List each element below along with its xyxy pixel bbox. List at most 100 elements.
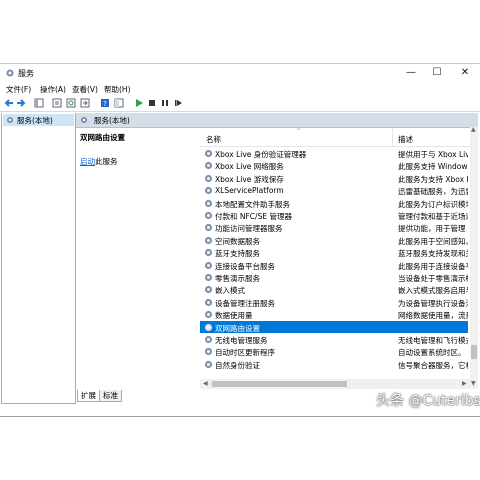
service-name: 本地配置文件助手服务 <box>215 199 290 209</box>
watermark: 头条 @Cuteribs <box>376 393 480 409</box>
services-window: 服务 — ☐ ✕ 文件(F) 操作(A) 查看(V) 帮助(H) ? 服务(本地… <box>0 63 480 417</box>
service-gear-icon <box>204 187 213 195</box>
service-row[interactable]: Xbox Live 网络服务 此服务支持 Windows. <box>200 159 468 171</box>
maximize-button[interactable]: ☐ <box>424 64 450 82</box>
tree-item-services-local[interactable]: 服务(本地) <box>3 114 74 126</box>
pause-icon[interactable] <box>160 98 170 108</box>
console-tree-icon[interactable] <box>34 98 44 108</box>
service-description: 此服务支持 Windows. <box>398 162 468 172</box>
scroll-right-arrow-icon[interactable]: ▶ <box>462 380 467 387</box>
service-description: 嵌入式模式服务启用与后 <box>398 286 468 296</box>
show-hide-icon[interactable] <box>114 98 124 108</box>
scroll-down-arrow-icon[interactable]: ▼ <box>471 380 476 387</box>
column-header: ^ 名称 描述 <box>200 128 478 147</box>
service-row[interactable]: 嵌入模式 嵌入式模式服务启用与后 <box>200 283 468 295</box>
service-detail-name: 双网路由设置 <box>80 133 125 142</box>
column-name[interactable]: 名称 <box>206 134 221 145</box>
service-name: 蓝牙支持服务 <box>215 249 260 259</box>
pane-header-label: 服务(本地) <box>94 116 130 125</box>
service-gear-icon <box>204 311 213 319</box>
service-description: 提供用于与 Xbox Live <box>398 150 468 159</box>
column-description[interactable]: 描述 <box>398 134 413 145</box>
service-gear-icon <box>204 298 213 306</box>
service-gear-icon <box>204 211 213 220</box>
service-description: 此服务为支持 Xbox Live <box>398 174 468 184</box>
service-description: 网络数据使用量，流量 <box>398 311 468 321</box>
service-row[interactable]: 数据使用量 网络数据使用量，流量 <box>200 308 468 320</box>
vertical-scroll-thumb[interactable] <box>471 345 477 359</box>
service-name: 自然身份验证 <box>215 360 260 370</box>
service-row[interactable]: 自然身份验证 信号聚合器服务，它根 <box>200 358 468 370</box>
service-row[interactable]: Xbox Live 游戏保存 此服务为支持 Xbox Live <box>200 172 468 184</box>
service-row[interactable]: XLServicePlatform 迅雷基础服务，为迅雷 <box>200 184 468 196</box>
stop-icon[interactable] <box>147 98 157 108</box>
service-row[interactable]: 空间数据服务 此服务用于空间感知、 <box>200 234 468 246</box>
service-row[interactable]: 自动时区更新程序 自动设置系统时区。 <box>200 345 468 357</box>
menu-action[interactable]: 操作(A) <box>40 84 66 95</box>
close-button[interactable]: ✕ <box>452 64 478 82</box>
service-name: 数据使用量 <box>215 311 253 321</box>
restart-icon[interactable] <box>173 98 183 108</box>
horizontal-scroll-thumb[interactable] <box>212 381 347 387</box>
service-row[interactable]: 功能访问管理器服务 提供功能，用于管理 UW <box>200 221 468 233</box>
service-gear-icon <box>204 174 213 182</box>
scroll-left-arrow-icon[interactable]: ◀ <box>203 380 208 387</box>
view-tabs: 扩展 标准 <box>77 390 197 402</box>
service-row[interactable]: Xbox Live 身份验证管理器 提供用于与 Xbox Live <box>200 147 468 159</box>
service-description: 无线电管理和飞行模式 <box>398 336 468 345</box>
service-row[interactable]: 蓝牙支持服务 蓝牙服务支持发现和关 <box>200 246 468 258</box>
export-icon[interactable] <box>80 98 90 108</box>
service-gear-icon <box>204 236 213 244</box>
service-description: 自动设置系统时区。 <box>398 348 466 358</box>
refresh-icon[interactable] <box>66 98 76 108</box>
properties-icon[interactable] <box>52 98 62 108</box>
vertical-scrollbar[interactable]: ▲ ▼ <box>470 126 478 389</box>
service-name: 自动时区更新程序 <box>215 348 275 358</box>
service-row[interactable]: 付款和 NFC/SE 管理器 管理付款和基于近场通 <box>200 209 468 221</box>
forward-arrow-icon[interactable] <box>16 98 26 108</box>
service-gear-icon <box>204 261 213 269</box>
start-link[interactable]: 启动 <box>80 157 95 166</box>
service-name: 零售演示服务 <box>215 274 260 283</box>
help-icon[interactable]: ? <box>100 98 110 108</box>
menu-file[interactable]: 文件(F) <box>6 84 31 95</box>
scroll-up-arrow-icon[interactable]: ▲ <box>471 126 476 133</box>
horizontal-scrollbar[interactable]: ◀ ▶ <box>200 379 470 389</box>
service-row[interactable]: 设备管理注册服务 为设备管理执行设备注 <box>200 296 468 308</box>
service-gear-icon <box>204 199 213 207</box>
service-name: 嵌入模式 <box>215 286 245 296</box>
menu-view[interactable]: 查看(V) <box>72 84 98 95</box>
start-service-action[interactable]: 启动此服务 <box>80 156 118 167</box>
service-name: 双网路由设置 <box>215 323 260 333</box>
minimize-button[interactable]: — <box>398 64 424 82</box>
service-row[interactable]: 本地配置文件助手服务 此服务为订户标识模块 <box>200 197 468 209</box>
sort-up-arrow-icon: ^ <box>296 128 302 135</box>
back-arrow-icon[interactable] <box>4 98 14 108</box>
tab-standard[interactable]: 标准 <box>99 390 122 402</box>
service-description: 此服务为订户标识模块 <box>398 199 468 209</box>
service-description: 管理付款和基于近场通 <box>398 212 468 221</box>
tab-extended[interactable]: 扩展 <box>77 390 100 402</box>
service-description: 为设备管理执行设备注 <box>398 298 468 308</box>
pane-header: 服务(本地) <box>76 113 478 128</box>
tree-item-label: 服务(本地) <box>17 116 53 125</box>
service-gear-icon <box>204 323 213 331</box>
service-name: 功能访问管理器服务 <box>215 224 283 234</box>
column-divider[interactable] <box>392 128 393 146</box>
console-tree: 服务(本地) <box>1 113 76 404</box>
service-row[interactable]: 零售演示服务 当设备处于零售演示模 <box>200 271 468 283</box>
service-row[interactable]: 无线电管理服务 无线电管理和飞行模式 <box>200 333 468 345</box>
service-name: 连接设备平台服务 <box>215 261 275 271</box>
service-row[interactable]: 连接设备平台服务 此服务用于连接设备平 <box>200 259 468 271</box>
service-gear-icon <box>204 249 213 257</box>
services-list: ^ 名称 描述 Xbox Live 身份验证管理器 提供用于与 Xbox Live… <box>200 128 478 398</box>
window-title: 服务 <box>18 69 34 78</box>
service-gear-icon <box>204 149 213 158</box>
service-row[interactable]: 双网路由设置 <box>200 320 468 333</box>
menu-bar: 文件(F) 操作(A) 查看(V) 帮助(H) <box>0 83 480 95</box>
service-gear-icon <box>204 360 213 368</box>
menu-help[interactable]: 帮助(H) <box>104 84 131 95</box>
services-gear-icon <box>81 117 87 123</box>
play-icon[interactable] <box>134 98 144 108</box>
services-gear-icon <box>6 69 14 77</box>
